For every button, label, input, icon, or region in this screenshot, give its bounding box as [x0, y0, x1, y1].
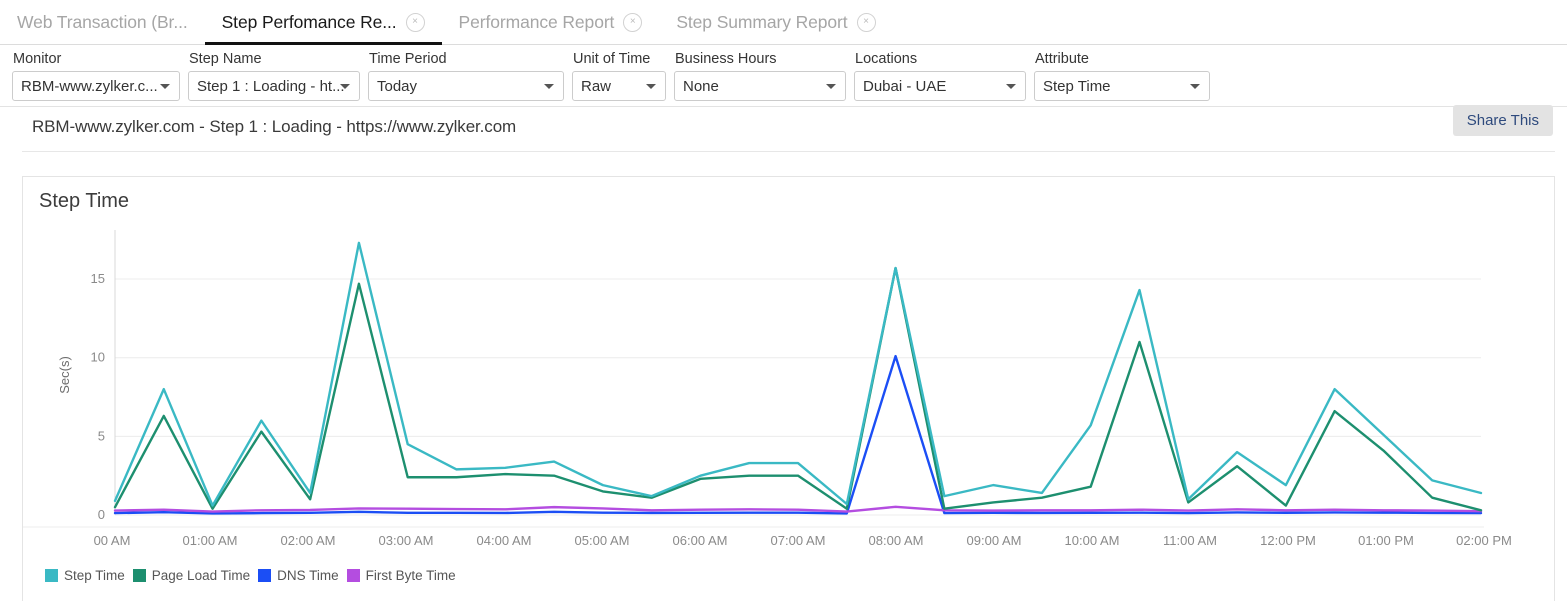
tab-label: Web Transaction (Br... — [17, 12, 188, 33]
legend-label: DNS Time — [277, 568, 339, 583]
select-value-monitor: RBM-www.zylker.c... — [13, 78, 179, 95]
page-title: Step Time — [39, 190, 129, 213]
step-time-chart-panel: Step Time 0 5 10 15 Sec(s) 00 AM 01:00 AM 02:00… — [22, 176, 1555, 601]
chevron-down-icon[interactable] — [160, 84, 170, 89]
chart-legend: Step Time Page Load Time DNS Time First Byt… — [45, 568, 464, 583]
chevron-down-icon[interactable] — [826, 84, 836, 89]
legend-item[interactable]: DNS Time — [258, 568, 342, 583]
filter-step-name: Step Name Step 1 : Loading - ht... — [188, 51, 360, 101]
tab-2[interactable]: Performance Report × — [442, 0, 660, 44]
filter-label-locations: Locations — [854, 51, 1026, 67]
legend-item[interactable]: Step Time — [45, 568, 128, 583]
series-line — [115, 243, 1481, 506]
select-value-locations: Dubai - UAE — [855, 78, 972, 95]
x-axis-tick-label: 08:00 AM — [869, 533, 924, 548]
legend-label: First Byte Time — [366, 568, 456, 583]
x-axis-tick-label: 09:00 AM — [967, 533, 1022, 548]
chevron-down-icon[interactable] — [1006, 84, 1016, 89]
select-monitor[interactable]: RBM-www.zylker.c... — [12, 71, 180, 101]
x-axis-tick-label: 06:00 AM — [673, 533, 728, 548]
series-line — [115, 268, 1481, 510]
legend-label: Step Time — [64, 568, 125, 583]
tab-label: Performance Report — [459, 12, 615, 33]
legend-item[interactable]: Page Load Time — [133, 568, 253, 583]
filter-locations: Locations Dubai - UAE — [854, 51, 1026, 101]
legend-swatch-icon — [347, 569, 360, 582]
select-attribute[interactable]: Step Time — [1034, 71, 1210, 101]
chevron-down-icon[interactable] — [544, 84, 554, 89]
select-time-period[interactable]: Today — [368, 71, 564, 101]
breadcrumb-bar: RBM-www.zylker.com - Step 1 : Loading - … — [0, 107, 1567, 152]
x-axis-tick-label: 03:00 AM — [379, 533, 434, 548]
tab-3[interactable]: Step Summary Report × — [659, 0, 892, 44]
legend-swatch-icon — [258, 569, 271, 582]
tab-label: Step Perfomance Re... — [222, 12, 397, 33]
tab-1[interactable]: Step Perfomance Re... × — [205, 0, 442, 44]
x-axis-tick-label: 01:00 PM — [1358, 533, 1414, 548]
filter-label-unit-of-time: Unit of Time — [572, 51, 666, 67]
x-axis-tick-label: 02:00 AM — [281, 533, 336, 548]
breadcrumb: RBM-www.zylker.com - Step 1 : Loading - … — [32, 117, 516, 137]
close-icon[interactable]: × — [857, 13, 876, 32]
x-axis-tick-label: 00 AM — [94, 533, 131, 548]
filter-group: MonitorRBM-www.zylker.c...Step NameStep … — [12, 51, 1210, 101]
select-step-name[interactable]: Step 1 : Loading - ht... — [188, 71, 360, 101]
x-axis-tick-label: 04:00 AM — [477, 533, 532, 548]
x-axis-tick-label: 05:00 AM — [575, 533, 630, 548]
x-axis-tick-label: 01:00 AM — [183, 533, 238, 548]
chart-svg: 0 5 10 15 Sec(s) 00 AM 01:00 AM 02:00 AM 03:00 A… — [23, 225, 1554, 555]
chevron-down-icon[interactable] — [646, 84, 656, 89]
close-icon[interactable]: × — [406, 13, 425, 32]
chevron-down-icon[interactable] — [340, 84, 350, 89]
legend-swatch-icon — [45, 569, 58, 582]
select-value-time-period: Today — [369, 78, 443, 95]
breadcrumb-divider — [22, 151, 1555, 152]
select-value-attribute: Step Time — [1035, 78, 1137, 95]
filter-unit-of-time: Unit of Time Raw — [572, 51, 666, 101]
legend-swatch-icon — [133, 569, 146, 582]
legend-item[interactable]: First Byte Time — [347, 568, 459, 583]
series-line — [115, 356, 1481, 513]
tab-label: Step Summary Report — [676, 12, 847, 33]
legend-label: Page Load Time — [152, 568, 250, 583]
step-time-line-chart: 0 5 10 15 Sec(s) 00 AM 01:00 AM 02:00 AM 03:00 A… — [23, 225, 1554, 555]
tab-bar: Web Transaction (Br... Step Perfomance Re… — [0, 0, 1567, 45]
filter-label-attribute: Attribute — [1034, 51, 1210, 67]
select-value-step-name: Step 1 : Loading - ht... — [189, 78, 359, 95]
filter-label-step-name: Step Name — [188, 51, 360, 67]
filter-label-monitor: Monitor — [12, 51, 180, 67]
filter-monitor: Monitor RBM-www.zylker.c... — [12, 51, 180, 101]
filter-business-hours: Business Hours None — [674, 51, 846, 101]
filter-label-business-hours: Business Hours — [674, 51, 846, 67]
x-axis-tick-label: 07:00 AM — [771, 533, 826, 548]
y-axis-title: Sec(s) — [57, 356, 72, 394]
filter-attribute: Attribute Step Time — [1034, 51, 1210, 101]
x-axis-tick-label: 02:00 PM — [1456, 533, 1512, 548]
tab-0[interactable]: Web Transaction (Br... — [0, 0, 205, 44]
select-value-business-hours: None — [675, 78, 745, 95]
filter-bar: MonitorRBM-www.zylker.c...Step NameStep … — [0, 45, 1567, 107]
series-line — [115, 507, 1481, 512]
y-axis-tick-label: 15 — [91, 271, 105, 286]
select-locations[interactable]: Dubai - UAE — [854, 71, 1026, 101]
filter-label-time-period: Time Period — [368, 51, 564, 67]
close-icon[interactable]: × — [623, 13, 642, 32]
y-axis-tick-label: 0 — [98, 507, 105, 522]
chevron-down-icon[interactable] — [1190, 84, 1200, 89]
filter-time-period: Time Period Today — [368, 51, 564, 101]
x-axis-tick-label: 11:00 AM — [1163, 533, 1217, 548]
select-value-unit-of-time: Raw — [573, 78, 637, 95]
step-performance-report-page: Web Transaction (Br... Step Perfomance Re… — [0, 0, 1567, 612]
select-unit-of-time[interactable]: Raw — [572, 71, 666, 101]
x-axis-tick-label: 10:00 AM — [1065, 533, 1120, 548]
y-axis-tick-label: 10 — [91, 350, 105, 365]
x-axis-tick-label: 12:00 PM — [1260, 533, 1316, 548]
select-business-hours[interactable]: None — [674, 71, 846, 101]
y-axis-tick-label: 5 — [98, 428, 105, 443]
